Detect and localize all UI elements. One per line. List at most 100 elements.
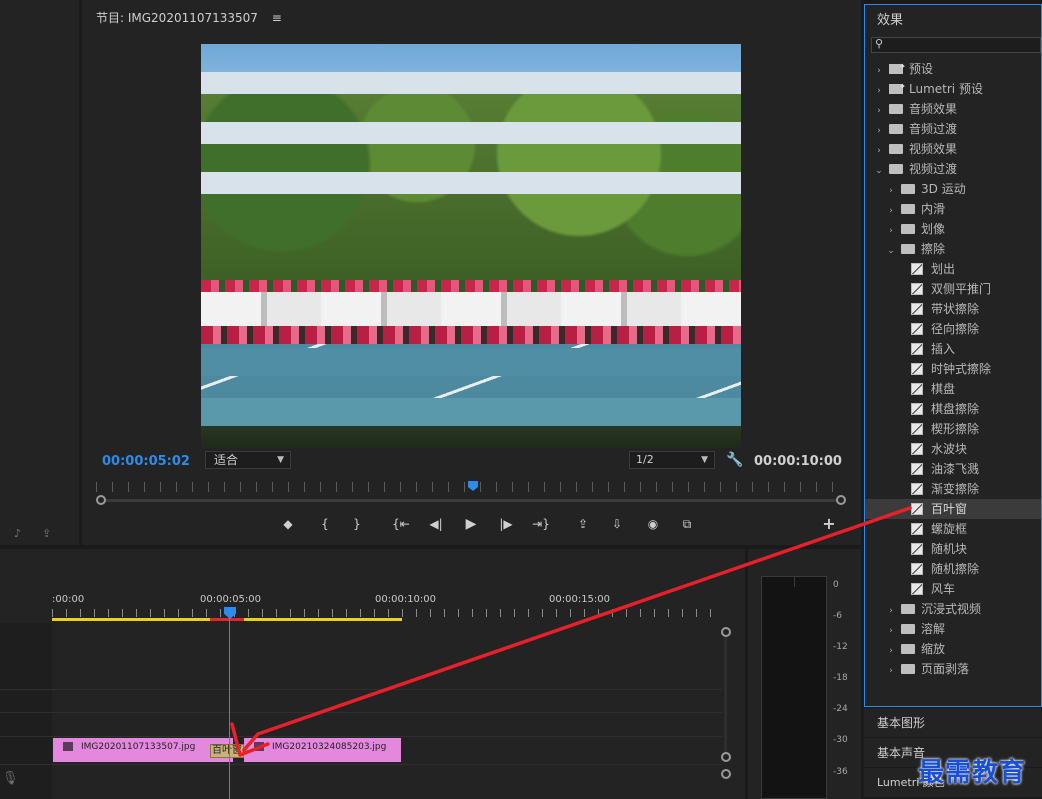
effects-folder[interactable]: › 划像 <box>865 219 1041 239</box>
current-timecode[interactable]: 00:00:05:02 <box>102 454 190 469</box>
transition-item[interactable]: 棋盘 <box>865 379 1041 399</box>
transition-item[interactable]: 百叶窗 <box>865 499 1041 519</box>
folder-icon <box>901 604 915 614</box>
add-marker-button[interactable]: ◆ <box>279 516 297 532</box>
transition-item[interactable]: 时钟式擦除 <box>865 359 1041 379</box>
preset-bin-icon <box>889 57 906 77</box>
transition-item[interactable]: 双侧平推门 <box>865 279 1041 299</box>
panel-menu-icon[interactable]: ≡ <box>272 11 282 25</box>
transition-item[interactable]: 棋盘擦除 <box>865 399 1041 419</box>
playback-resolution-select[interactable]: 1/2 ▼ <box>629 451 715 469</box>
effects-folder[interactable]: › 溶解 <box>865 619 1041 639</box>
button-editor-add-icon[interactable]: + <box>820 516 838 532</box>
scrollbar-handle[interactable] <box>721 752 731 762</box>
mark-in-button[interactable]: { <box>316 516 334 532</box>
timeline-vertical-scrollbar[interactable] <box>724 636 727 756</box>
export-frame-button[interactable]: ◉ <box>644 516 662 532</box>
chevron-right-icon[interactable]: › <box>885 661 897 681</box>
microphone-icon[interactable]: 🎙 <box>2 771 19 786</box>
transition-item[interactable]: 风车 <box>865 579 1041 599</box>
transition-item[interactable]: 径向擦除 <box>865 319 1041 339</box>
chevron-right-icon[interactable]: › <box>885 201 897 221</box>
meter-scale-label: -6 <box>833 611 842 621</box>
scrollbar-left-handle[interactable] <box>96 495 106 505</box>
blind-stripe <box>201 72 741 94</box>
transition-item[interactable]: 水波块 <box>865 439 1041 459</box>
chevron-right-icon[interactable]: › <box>885 221 897 241</box>
mark-out-button[interactable]: } <box>348 516 366 532</box>
transition-item[interactable]: 螺旋框 <box>865 519 1041 539</box>
chevron-right-icon[interactable]: › <box>873 141 885 161</box>
chevron-down-icon[interactable]: ⌄ <box>885 241 897 261</box>
clip-name: IMG20210324085203.jpg <box>272 742 387 752</box>
export-icon[interactable]: ⇪ <box>42 527 51 540</box>
effects-panel-title[interactable]: 效果 <box>877 9 903 28</box>
lift-button[interactable]: ⇪ <box>574 516 592 532</box>
chevron-right-icon[interactable]: › <box>885 621 897 641</box>
transition-item[interactable]: 随机块 <box>865 539 1041 559</box>
transition-item[interactable]: 划出 <box>865 259 1041 279</box>
effects-search-input[interactable]: ⚲ <box>871 37 1041 53</box>
effects-folder[interactable]: › 音频效果 <box>865 99 1041 119</box>
scrollbar-handle[interactable] <box>721 627 731 637</box>
play-button[interactable]: ▶ <box>462 516 480 532</box>
go-to-in-button[interactable]: {⇤ <box>390 516 412 532</box>
comparison-view-button[interactable]: ⧉ <box>678 516 696 532</box>
effects-folder[interactable]: › 3D 运动 <box>865 179 1041 199</box>
step-forward-button[interactable]: |▶ <box>496 516 516 532</box>
effects-folder[interactable]: › 视频效果 <box>865 139 1041 159</box>
step-back-button[interactable]: ◀| <box>426 516 446 532</box>
zoom-level-select[interactable]: 适合 ▼ <box>205 451 291 469</box>
effects-folder[interactable]: › 内滑 <box>865 199 1041 219</box>
chevron-right-icon[interactable]: › <box>873 81 885 101</box>
video-clip[interactable]: IMG20201107133507.jpg <box>53 738 233 762</box>
effects-folder[interactable]: ⌄ 擦除 <box>865 239 1041 259</box>
transition-item[interactable]: 随机擦除 <box>865 559 1041 579</box>
meter-scale-label: -24 <box>833 704 848 714</box>
ruler-ticks[interactable] <box>52 609 722 617</box>
chevron-right-icon[interactable]: › <box>885 641 897 661</box>
tree-item-label: 内滑 <box>921 202 946 216</box>
track-separator <box>52 736 722 737</box>
scrollbar-right-handle[interactable] <box>836 495 846 505</box>
effects-folder[interactable]: › 音频过渡 <box>865 119 1041 139</box>
effects-folder[interactable]: › Lumetri 预设 <box>865 77 1041 101</box>
effects-folder[interactable]: ⌄ 视频过渡 <box>865 159 1041 179</box>
transition-item[interactable]: 渐变擦除 <box>865 479 1041 499</box>
transition-item[interactable]: 楔形擦除 <box>865 419 1041 439</box>
chevron-right-icon[interactable]: › <box>873 101 885 121</box>
transition-item[interactable]: 带状擦除 <box>865 299 1041 319</box>
folder-icon <box>901 244 915 254</box>
settings-wrench-icon[interactable]: 🔧 <box>726 452 743 468</box>
go-to-out-button[interactable]: ⇥} <box>530 516 552 532</box>
chevron-right-icon[interactable]: › <box>885 601 897 621</box>
ruler-label: :00:00 <box>52 594 85 605</box>
tree-item-label: 径向擦除 <box>931 322 980 336</box>
tree-item-label: 沉浸式视频 <box>921 602 982 616</box>
clip-name: IMG20201107133507.jpg <box>81 742 196 752</box>
tree-item-label: 擦除 <box>921 242 946 256</box>
chevron-right-icon[interactable]: › <box>873 121 885 141</box>
blinds-transition[interactable]: 百叶窗 <box>210 744 244 758</box>
extract-button[interactable]: ⇩ <box>608 516 626 532</box>
bin-icon <box>889 164 903 174</box>
chevron-right-icon[interactable]: › <box>873 61 885 81</box>
meter-scale-label: -18 <box>833 673 848 683</box>
bin-icon <box>889 104 903 114</box>
video-clip[interactable]: IMG20210324085203.jpg <box>244 738 401 762</box>
effects-folder[interactable]: › 沉浸式视频 <box>865 599 1041 619</box>
scrollbar-handle[interactable] <box>721 769 731 779</box>
track-separator <box>0 764 52 765</box>
chevron-down-icon[interactable]: ⌄ <box>873 161 885 181</box>
transition-item[interactable]: 插入 <box>865 339 1041 359</box>
blind-stripe <box>201 122 741 144</box>
tab-essential-graphics[interactable]: 基本图形 <box>864 707 1042 737</box>
effects-folder[interactable]: › 预设 <box>865 57 1041 81</box>
transition-item[interactable]: 油漆飞溅 <box>865 459 1041 479</box>
monitor-zoom-scrollbar[interactable] <box>96 495 846 505</box>
effects-folder[interactable]: › 页面剥落 <box>865 659 1041 679</box>
track-separator <box>0 736 52 737</box>
audio-note-icon[interactable]: ♪ <box>14 527 21 540</box>
chevron-right-icon[interactable]: › <box>885 181 897 201</box>
effects-folder[interactable]: › 缩放 <box>865 639 1041 659</box>
